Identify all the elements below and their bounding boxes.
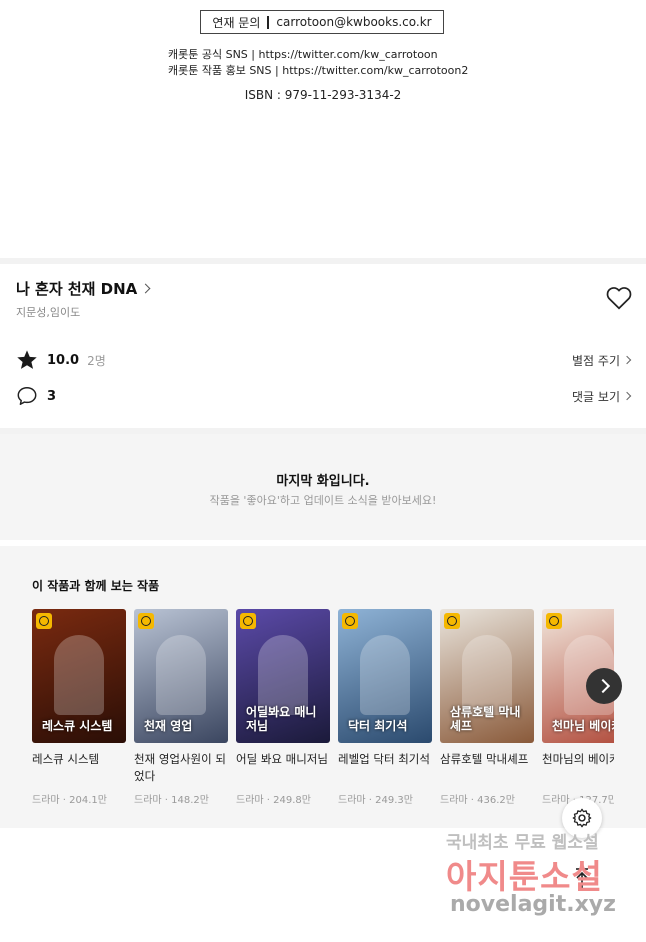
recommendation-card[interactable]: 천마님 베이커천마님의 베이커리드라마 · 127.7만 [542,609,614,806]
isbn: ISBN : 979-11-293-3134-2 [244,88,402,102]
chevron-right-icon [140,283,151,294]
card-meta: 드라마 · 436.2만 [440,795,515,806]
card-meta: 드라마 · 249.3만 [338,795,413,806]
watermark-line3: novelagit.xyz [450,892,616,917]
cover-figure [462,635,512,715]
recommendation-carousel: 레스큐 시스템 레스큐 시스템 드라마 · 204.1만 천재 영업 천재 영업사원이 … [32,609,614,819]
card-title: 레벨업 닥터 최기석 [338,752,430,766]
comment-row: 3 댓글 보기 [16,384,632,408]
carousel-next-button[interactable] [586,668,622,704]
work-title-link[interactable]: 나 혼자 천재 DNA [16,278,151,299]
comments-label: 댓글 보기 [572,389,620,404]
cover-title-art: 레스큐 시스템 [42,719,113,733]
cover-figure [156,635,206,715]
heart-outline-icon[interactable] [606,286,632,310]
rating-count: 2명 [87,353,106,368]
card-title: 어딜 봐요 매니저님 [236,752,328,766]
cover-figure [360,635,410,715]
work-authors: 지문성,임이도 [16,306,81,319]
card-meta: 드라마 · 249.8만 [236,795,311,806]
cover-thumbnail: 어딜봐요 매니저님 [236,609,330,743]
work-info: 나 혼자 천재 DNA 지문성,임이도 10.0 2명 별점 주기 3 댓글 보… [0,264,646,428]
sns-promo: 캐롯툰 작품 홍보 SNS | https://twitter.com/kw_c… [168,64,469,77]
watermark-line2: 아지툰소설 [446,857,603,896]
card-meta: 드라마 · 204.1만 [32,795,107,806]
recommendation-card[interactable]: 닥터 최기석레벨업 닥터 최기석드라마 · 249.3만 [338,609,432,806]
rate-label: 별점 주기 [572,353,620,368]
card-title: 삼류호텔 막내셰프 [440,752,529,766]
contact-box: 연재 문의 carrotoon@kwbooks.co.kr [200,10,444,34]
watermark: 국내최초 무료 웹소설 아지툰소설 novelagit.xyz [446,828,646,938]
cover-figure [54,635,104,715]
comment-icon [17,387,37,405]
star-icon [17,350,37,369]
last-episode-notice: 마지막 화입니다. 작품을 '좋아요'하고 업데이트 소식을 받아보세요! [0,434,646,540]
chevron-right-icon [622,391,632,401]
clock-badge-icon [342,613,358,629]
credits-section: 연재 문의 carrotoon@kwbooks.co.kr 캐롯툰 공식 SNS… [0,0,646,258]
recommendations-heading: 이 작품과 함께 보는 작품 [32,579,160,593]
clock-badge-icon [444,613,460,629]
cover-title-art: 천마님 베이커 [552,719,614,733]
recommendation-card[interactable]: 삼류호텔 막내셰프 삼류호텔 막내셰프 드라마 · 436.2만 [440,609,534,806]
clock-badge-icon [36,613,52,629]
contact-email: carrotoon@kwbooks.co.kr [276,15,432,29]
last-episode-title: 마지막 화입니다. [276,474,370,489]
recommendation-card[interactable]: 어딜봐요 매니저님어딜 봐요 매니저님드라마 · 249.8만 [236,609,330,806]
cover-title-art: 삼류호텔 막내셰프 [450,705,521,733]
cover-thumbnail: 천재 영업 [134,609,228,743]
clock-badge-icon [240,613,256,629]
cover-title-art: 어딜봐요 매니저님 [246,705,317,733]
cover-figure [258,635,308,715]
cover-thumbnail: 레스큐 시스템 [32,609,126,743]
comment-count: 3 [47,388,57,404]
rating-value: 10.0 [47,352,80,368]
cover-title-art: 천재 영업 [144,719,193,733]
rate-button[interactable]: 별점 주기 [572,352,632,369]
card-meta: 드라마 · 148.2만 [134,795,209,806]
card-title: 레스큐 시스템 [32,752,100,766]
sns-info: 캐롯툰 공식 SNS | https://twitter.com/kw_carr… [168,47,468,79]
gear-icon [572,808,592,828]
last-episode-desc: 작품을 '좋아요'하고 업데이트 소식을 받아보세요! [209,494,437,507]
sns-official: 캐롯툰 공식 SNS | https://twitter.com/kw_carr… [168,48,438,61]
divider [267,15,270,29]
clock-badge-icon [138,613,154,629]
card-title: 천재 영업사원이 되었다 [134,752,226,783]
work-title: 나 혼자 천재 DNA [16,280,138,298]
cover-thumbnail: 닥터 최기석 [338,609,432,743]
clock-badge-icon [546,613,562,629]
cover-title-art: 닥터 최기석 [348,719,408,733]
card-title: 천마님의 베이커리 [542,752,614,766]
chevron-right-icon [622,355,632,365]
contact-label: 연재 문의 [212,15,261,30]
recommendation-card[interactable]: 천재 영업천재 영업사원이 되었다드라마 · 148.2만 [134,609,228,806]
recommendations: 이 작품과 함께 보는 작품 레스큐 시스템 레스큐 시스템 드라마 · 204.1… [0,546,646,828]
comments-button[interactable]: 댓글 보기 [572,388,632,405]
rating-row: 10.0 2명 별점 주기 [16,348,632,372]
recommendation-card[interactable]: 레스큐 시스템 레스큐 시스템 드라마 · 204.1만 [32,609,126,806]
cover-thumbnail: 삼류호텔 막내셰프 [440,609,534,743]
